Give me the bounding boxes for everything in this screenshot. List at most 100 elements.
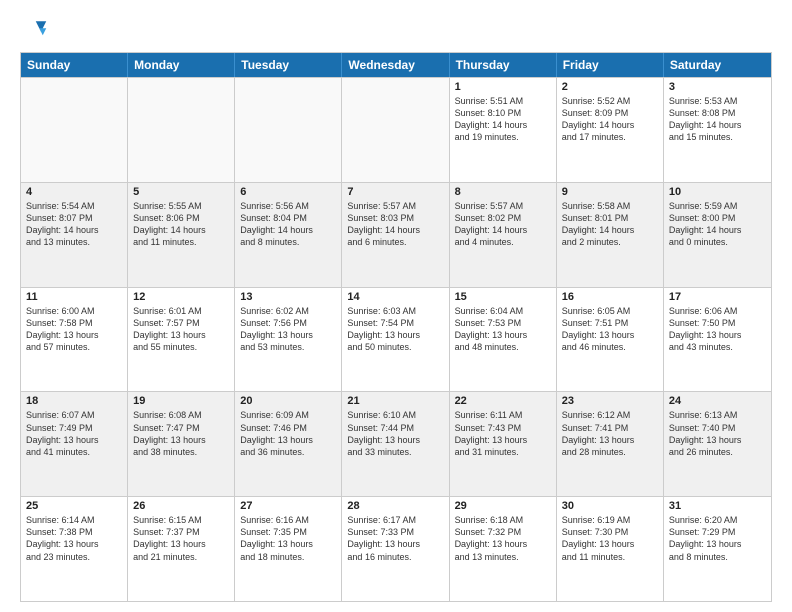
calendar-cell: 4 Sunrise: 5:54 AM Sunset: 8:07 PM Daylig…: [21, 183, 128, 287]
calendar-cell: 23 Sunrise: 6:12 AM Sunset: 7:41 PM Dayli…: [557, 392, 664, 496]
day-number: 1: [455, 81, 551, 93]
day-number: 30: [562, 500, 658, 512]
calendar-cell: 20 Sunrise: 6:09 AM Sunset: 7:46 PM Dayli…: [235, 392, 342, 496]
calendar-cell: 24 Sunrise: 6:13 AM Sunset: 7:40 PM Dayli…: [664, 392, 771, 496]
day-number: 28: [347, 500, 443, 512]
calendar-cell: 16 Sunrise: 6:05 AM Sunset: 7:51 PM Dayli…: [557, 288, 664, 392]
day-number: 19: [133, 395, 229, 407]
calendar-cell: 12Sunrise: 6:01 AM Sunset: 7:57 PM Dayli…: [128, 288, 235, 392]
day-number: 25: [26, 500, 122, 512]
calendar-cell: 30 Sunrise: 6:19 AM Sunset: 7:30 PM Dayli…: [557, 497, 664, 601]
day-number: 8: [455, 186, 551, 198]
day-number: 2: [562, 81, 658, 93]
day-info: Sunrise: 6:20 AM Sunset: 7:29 PM Dayligh…: [669, 514, 766, 563]
day-number: 3: [669, 81, 766, 93]
header-day-sunday: Sunday: [21, 53, 128, 77]
calendar-cell: 27Sunrise: 6:16 AM Sunset: 7:35 PM Dayli…: [235, 497, 342, 601]
day-info: Sunrise: 6:05 AM Sunset: 7:51 PM Dayligh…: [562, 305, 658, 354]
day-number: 9: [562, 186, 658, 198]
day-info: Sunrise: 6:10 AM Sunset: 7:44 PM Dayligh…: [347, 409, 443, 458]
day-info: Sunrise: 6:06 AM Sunset: 7:50 PM Dayligh…: [669, 305, 766, 354]
calendar-cell: 13 Sunrise: 6:02 AM Sunset: 7:56 PM Dayli…: [235, 288, 342, 392]
day-info: Sunrise: 6:04 AM Sunset: 7:53 PM Dayligh…: [455, 305, 551, 354]
header-day-tuesday: Tuesday: [235, 53, 342, 77]
calendar-cell: 7 Sunrise: 5:57 AM Sunset: 8:03 PM Daylig…: [342, 183, 449, 287]
header-day-wednesday: Wednesday: [342, 53, 449, 77]
day-info: Sunrise: 6:02 AM Sunset: 7:56 PM Dayligh…: [240, 305, 336, 354]
calendar-header: SundayMondayTuesdayWednesdayThursdayFrid…: [21, 53, 771, 77]
day-number: 31: [669, 500, 766, 512]
day-number: 17: [669, 291, 766, 303]
week-row-2: 4 Sunrise: 5:54 AM Sunset: 8:07 PM Daylig…: [21, 182, 771, 287]
calendar-cell: 14Sunrise: 6:03 AM Sunset: 7:54 PM Dayli…: [342, 288, 449, 392]
day-info: Sunrise: 6:19 AM Sunset: 7:30 PM Dayligh…: [562, 514, 658, 563]
day-info: Sunrise: 5:58 AM Sunset: 8:01 PM Dayligh…: [562, 200, 658, 249]
calendar-cell: 31 Sunrise: 6:20 AM Sunset: 7:29 PM Dayli…: [664, 497, 771, 601]
header: [20, 16, 772, 44]
header-day-friday: Friday: [557, 53, 664, 77]
day-info: Sunrise: 6:03 AM Sunset: 7:54 PM Dayligh…: [347, 305, 443, 354]
calendar-cell: 26 Sunrise: 6:15 AM Sunset: 7:37 PM Dayli…: [128, 497, 235, 601]
day-info: Sunrise: 5:54 AM Sunset: 8:07 PM Dayligh…: [26, 200, 122, 249]
day-info: Sunrise: 5:52 AM Sunset: 8:09 PM Dayligh…: [562, 95, 658, 144]
logo: [20, 16, 52, 44]
calendar-cell: [235, 78, 342, 182]
page: SundayMondayTuesdayWednesdayThursdayFrid…: [0, 0, 792, 612]
day-info: Sunrise: 5:57 AM Sunset: 8:02 PM Dayligh…: [455, 200, 551, 249]
week-row-5: 25 Sunrise: 6:14 AM Sunset: 7:38 PM Dayli…: [21, 496, 771, 601]
calendar-cell: [21, 78, 128, 182]
calendar: SundayMondayTuesdayWednesdayThursdayFrid…: [20, 52, 772, 602]
day-number: 29: [455, 500, 551, 512]
calendar-cell: [128, 78, 235, 182]
day-number: 6: [240, 186, 336, 198]
calendar-cell: 10Sunrise: 5:59 AM Sunset: 8:00 PM Dayli…: [664, 183, 771, 287]
calendar-cell: 18Sunrise: 6:07 AM Sunset: 7:49 PM Dayli…: [21, 392, 128, 496]
day-number: 26: [133, 500, 229, 512]
day-number: 16: [562, 291, 658, 303]
calendar-cell: 17 Sunrise: 6:06 AM Sunset: 7:50 PM Dayli…: [664, 288, 771, 392]
day-info: Sunrise: 6:12 AM Sunset: 7:41 PM Dayligh…: [562, 409, 658, 458]
header-day-monday: Monday: [128, 53, 235, 77]
day-info: Sunrise: 5:51 AM Sunset: 8:10 PM Dayligh…: [455, 95, 551, 144]
calendar-cell: 19 Sunrise: 6:08 AM Sunset: 7:47 PM Dayli…: [128, 392, 235, 496]
day-number: 11: [26, 291, 122, 303]
header-day-saturday: Saturday: [664, 53, 771, 77]
calendar-cell: 1 Sunrise: 5:51 AM Sunset: 8:10 PM Daylig…: [450, 78, 557, 182]
day-number: 27: [240, 500, 336, 512]
day-number: 24: [669, 395, 766, 407]
day-number: 21: [347, 395, 443, 407]
week-row-1: 1 Sunrise: 5:51 AM Sunset: 8:10 PM Daylig…: [21, 77, 771, 182]
calendar-cell: 29 Sunrise: 6:18 AM Sunset: 7:32 PM Dayli…: [450, 497, 557, 601]
day-info: Sunrise: 5:57 AM Sunset: 8:03 PM Dayligh…: [347, 200, 443, 249]
day-number: 23: [562, 395, 658, 407]
calendar-cell: 9 Sunrise: 5:58 AM Sunset: 8:01 PM Daylig…: [557, 183, 664, 287]
week-row-3: 11 Sunrise: 6:00 AM Sunset: 7:58 PM Dayli…: [21, 287, 771, 392]
day-number: 7: [347, 186, 443, 198]
day-info: Sunrise: 6:15 AM Sunset: 7:37 PM Dayligh…: [133, 514, 229, 563]
day-number: 12: [133, 291, 229, 303]
day-number: 15: [455, 291, 551, 303]
day-info: Sunrise: 6:09 AM Sunset: 7:46 PM Dayligh…: [240, 409, 336, 458]
calendar-cell: 15 Sunrise: 6:04 AM Sunset: 7:53 PM Dayli…: [450, 288, 557, 392]
day-info: Sunrise: 5:56 AM Sunset: 8:04 PM Dayligh…: [240, 200, 336, 249]
day-info: Sunrise: 6:00 AM Sunset: 7:58 PM Dayligh…: [26, 305, 122, 354]
calendar-cell: 3Sunrise: 5:53 AM Sunset: 8:08 PM Daylig…: [664, 78, 771, 182]
day-info: Sunrise: 5:59 AM Sunset: 8:00 PM Dayligh…: [669, 200, 766, 249]
day-info: Sunrise: 6:14 AM Sunset: 7:38 PM Dayligh…: [26, 514, 122, 563]
day-number: 18: [26, 395, 122, 407]
day-number: 20: [240, 395, 336, 407]
day-info: Sunrise: 6:13 AM Sunset: 7:40 PM Dayligh…: [669, 409, 766, 458]
header-day-thursday: Thursday: [450, 53, 557, 77]
calendar-cell: [342, 78, 449, 182]
day-number: 4: [26, 186, 122, 198]
day-number: 13: [240, 291, 336, 303]
day-info: Sunrise: 5:55 AM Sunset: 8:06 PM Dayligh…: [133, 200, 229, 249]
day-info: Sunrise: 6:11 AM Sunset: 7:43 PM Dayligh…: [455, 409, 551, 458]
week-row-4: 18Sunrise: 6:07 AM Sunset: 7:49 PM Dayli…: [21, 391, 771, 496]
day-info: Sunrise: 6:18 AM Sunset: 7:32 PM Dayligh…: [455, 514, 551, 563]
calendar-cell: 11 Sunrise: 6:00 AM Sunset: 7:58 PM Dayli…: [21, 288, 128, 392]
day-info: Sunrise: 6:08 AM Sunset: 7:47 PM Dayligh…: [133, 409, 229, 458]
calendar-cell: 21 Sunrise: 6:10 AM Sunset: 7:44 PM Dayli…: [342, 392, 449, 496]
calendar-cell: 25 Sunrise: 6:14 AM Sunset: 7:38 PM Dayli…: [21, 497, 128, 601]
calendar-cell: 5Sunrise: 5:55 AM Sunset: 8:06 PM Daylig…: [128, 183, 235, 287]
